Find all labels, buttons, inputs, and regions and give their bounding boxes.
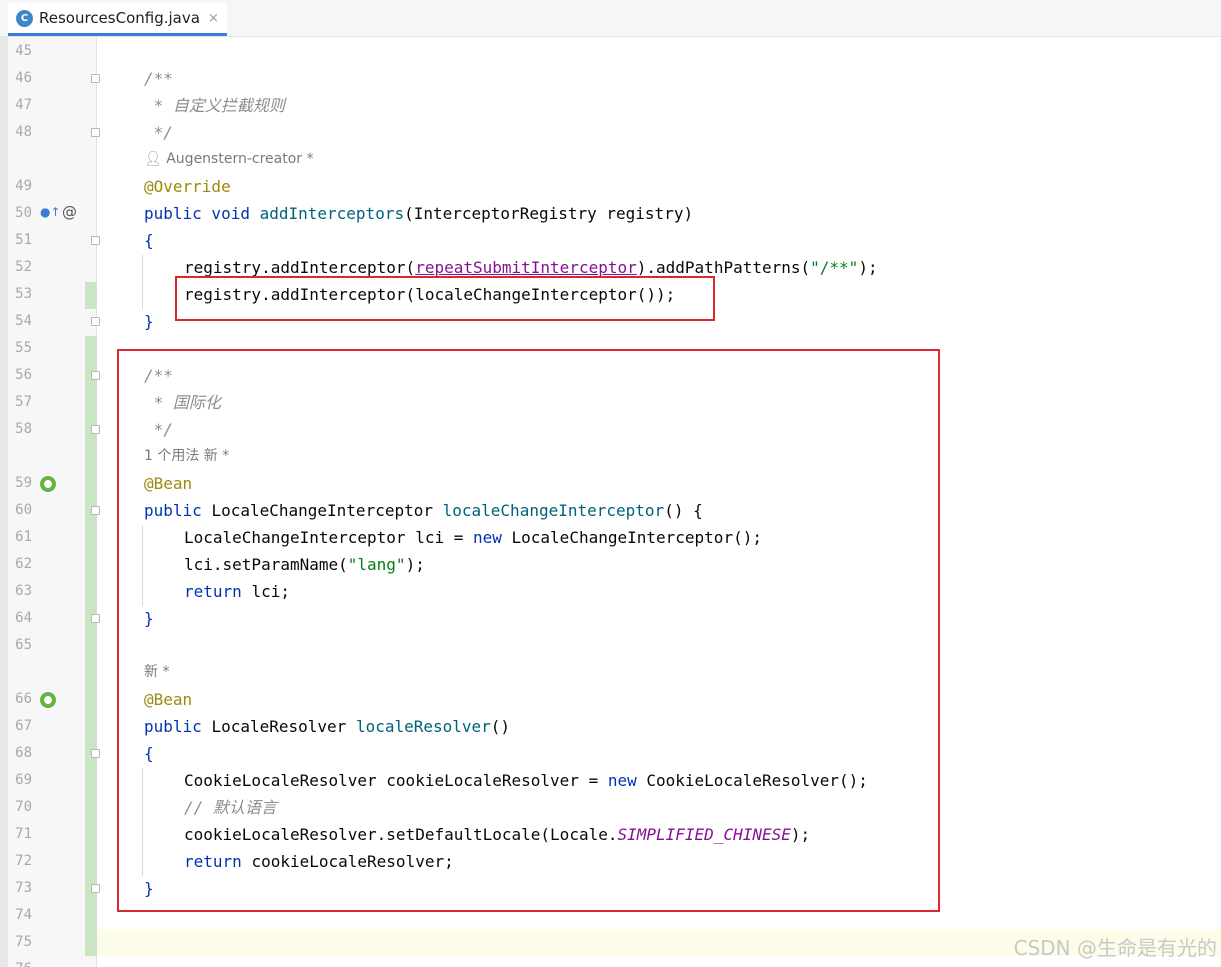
code-brace: } xyxy=(144,312,154,331)
line-number: 59 xyxy=(15,475,32,491)
code-comment: /** xyxy=(144,69,173,88)
line-number: 71 xyxy=(15,826,32,842)
line-number: 53 xyxy=(15,286,32,302)
editor-tab-bar: C ResourcesConfig.java × xyxy=(0,0,1221,37)
code-brace: { xyxy=(144,231,154,250)
line-number: 68 xyxy=(15,745,32,761)
line-number: 66 xyxy=(15,691,32,707)
line-number: 55 xyxy=(15,340,32,356)
line-number: 70 xyxy=(15,799,32,815)
line-number: 76 xyxy=(8,956,32,967)
line-number: 60 xyxy=(15,502,32,518)
line-number: 51 xyxy=(15,232,32,248)
line-number: 65 xyxy=(15,637,32,653)
code-comment: */ xyxy=(144,123,173,142)
line-number: 67 xyxy=(15,718,32,734)
line-number: 45 xyxy=(15,43,32,59)
line-number: 63 xyxy=(15,583,32,599)
line-number: 46 xyxy=(15,70,32,86)
watermark: CSDN @生命是有光的 xyxy=(1013,936,1217,960)
line-number: 50 xyxy=(15,205,32,221)
line-number: 61 xyxy=(15,529,32,545)
line-number: 69 xyxy=(15,772,32,788)
override-annotation: @Override xyxy=(144,177,231,196)
user-icon: 👤︎ xyxy=(144,151,162,167)
line-number: 72 xyxy=(15,853,32,869)
tab-label: ResourcesConfig.java xyxy=(39,9,200,27)
tab-resources-config[interactable]: C ResourcesConfig.java × xyxy=(8,3,227,36)
line-number: 57 xyxy=(15,394,32,410)
line-number: 48 xyxy=(15,124,32,140)
line-number: 56 xyxy=(15,367,32,383)
line-number: 75 xyxy=(15,934,32,950)
java-class-icon: C xyxy=(16,9,33,27)
line-number: 73 xyxy=(15,880,32,896)
line-number: 47 xyxy=(15,97,32,113)
line-number: 62 xyxy=(15,556,32,572)
code-comment: * 自定义拦截规则 xyxy=(144,96,285,115)
author-hint[interactable]: 👤︎ Augenstern-creator * xyxy=(144,146,314,173)
line-number: 52 xyxy=(15,259,32,275)
highlight-box-line53 xyxy=(175,276,715,321)
close-icon[interactable]: × xyxy=(208,11,219,26)
line-number: 74 xyxy=(15,907,32,923)
method-signature: public void addInterceptors(InterceptorR… xyxy=(144,204,694,223)
line-number: 64 xyxy=(15,610,32,626)
line-number: 49 xyxy=(15,178,32,194)
line-number: 54 xyxy=(15,313,32,329)
line-number: 58 xyxy=(15,421,32,437)
highlight-box-i18n-beans xyxy=(117,349,940,912)
